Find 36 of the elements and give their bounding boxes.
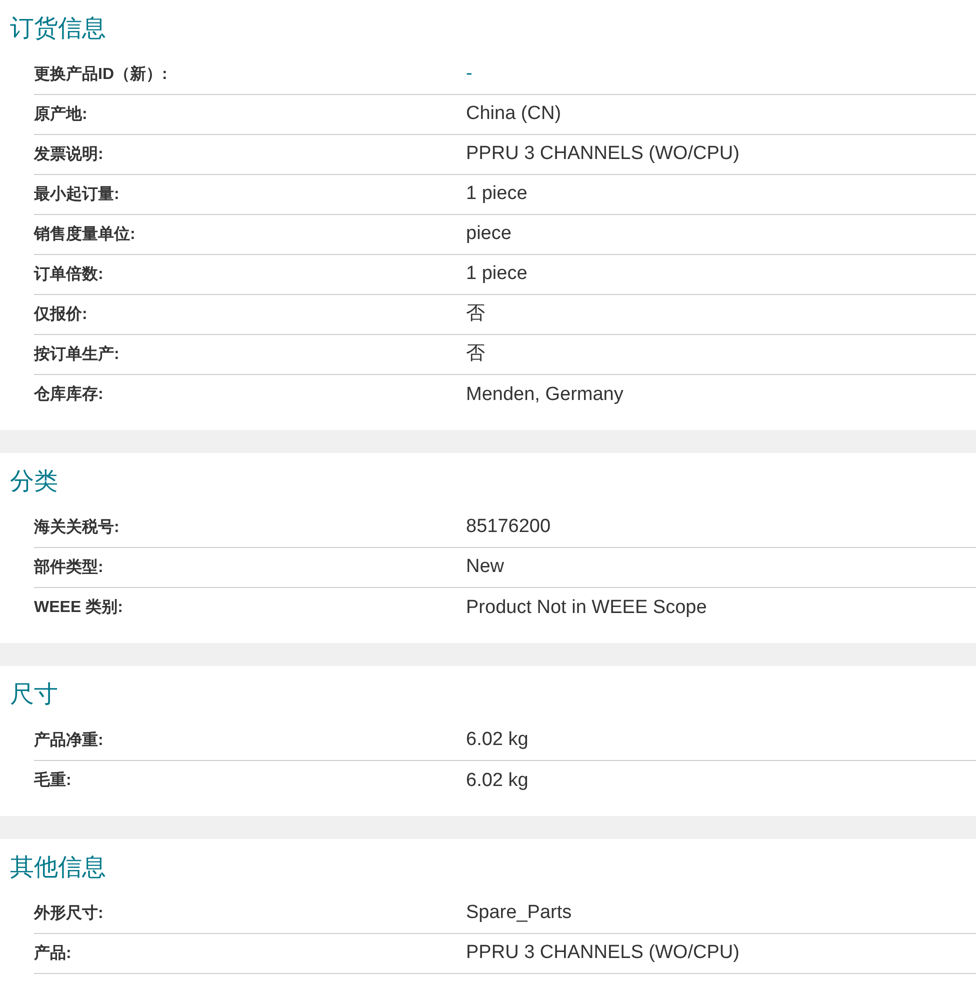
field-value: 1 piece	[466, 182, 528, 206]
field-value: New	[466, 555, 504, 580]
field-label: WEEE 类别:	[34, 598, 124, 618]
field-value: China (CN)	[466, 102, 562, 126]
field-value: 1 piece	[466, 262, 528, 286]
field-label: 销售度量单位:	[34, 224, 136, 244]
field-label: 仅报价:	[34, 304, 88, 324]
field-label: 更换产品ID（新）:	[34, 64, 168, 84]
field-label: 原产地:	[34, 104, 88, 124]
field-label: 产品净重:	[34, 730, 104, 750]
field-value: Spare_Parts	[466, 901, 572, 926]
field-label: 仓库库存:	[34, 384, 104, 405]
field-label: 按订单生产:	[34, 344, 120, 364]
field-label: 产品:	[34, 943, 72, 964]
field-value: piece	[466, 222, 512, 246]
field-label: 海关关税号:	[34, 517, 120, 538]
field-value: 85176200	[466, 515, 551, 540]
value-link[interactable]: -	[466, 60, 472, 89]
field-value: PPRU 3 CHANNELS (WO/CPU)	[466, 941, 740, 966]
field-value: Product Not in WEEE Scope	[466, 596, 707, 620]
field-label: 部件类型:	[34, 557, 104, 578]
field-value: Menden, Germany	[466, 382, 624, 407]
section-title: 其他信息	[9, 853, 107, 883]
field-label: 订单倍数:	[34, 264, 104, 284]
section-title: 分类	[9, 467, 59, 497]
section-title: 订货信息	[9, 14, 107, 44]
field-value: 否	[466, 342, 485, 366]
section-title: 尺寸	[9, 680, 59, 710]
field-label: 发票说明:	[34, 144, 104, 164]
field-label: 最小起订量:	[34, 184, 120, 204]
field-value: 6.02 kg	[466, 728, 528, 752]
field-value: 6.02 kg	[466, 768, 528, 793]
field-value: PPRU 3 CHANNELS (WO/CPU)	[466, 142, 740, 166]
field-label: 毛重:	[34, 770, 72, 791]
field-label: 外形尺寸:	[34, 904, 104, 924]
field-value: 否	[466, 302, 485, 326]
